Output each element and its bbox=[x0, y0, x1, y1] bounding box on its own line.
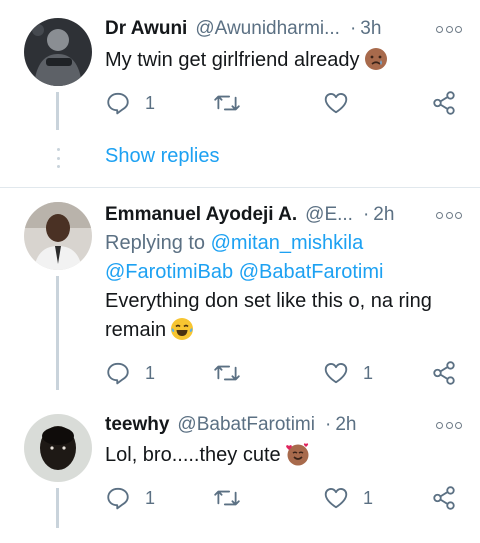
replying-to-label: Replying to bbox=[105, 232, 206, 254]
retweet-icon bbox=[214, 490, 240, 506]
share-button[interactable] bbox=[431, 89, 457, 117]
reply-count: 1 bbox=[145, 92, 156, 113]
share-icon bbox=[433, 486, 455, 510]
avatar[interactable] bbox=[24, 18, 92, 86]
like-button[interactable]: 1 bbox=[323, 359, 373, 387]
tweet-text: Lol, bro.....they cute bbox=[105, 441, 462, 475]
separator-dot: · bbox=[362, 204, 370, 225]
mention-link[interactable]: @BabatFarotimi bbox=[239, 261, 384, 283]
retweet-button[interactable] bbox=[213, 89, 255, 117]
username[interactable]: @Awunidharmi... bbox=[195, 18, 340, 40]
reply-icon bbox=[107, 362, 129, 385]
more-options-icon[interactable] bbox=[436, 22, 462, 36]
mention-link[interactable]: @mitan_mishkila bbox=[211, 232, 364, 254]
like-button[interactable]: 1 bbox=[323, 484, 373, 512]
retweet-button[interactable] bbox=[213, 359, 255, 387]
thread-line bbox=[56, 488, 59, 528]
tweet-text-line: remain bbox=[105, 319, 167, 341]
tears-of-joy-emoji-icon bbox=[170, 317, 194, 350]
tweet-actions: 1 1 bbox=[105, 359, 460, 387]
smiling-face-with-hearts-emoji-icon bbox=[285, 442, 311, 475]
tweet-header: teewhy @BabatFarotimi · 2h bbox=[105, 410, 462, 440]
retweet-icon bbox=[214, 365, 240, 381]
avatar[interactable] bbox=[24, 202, 92, 270]
retweet-button[interactable] bbox=[213, 484, 255, 512]
like-count: 1 bbox=[363, 487, 374, 508]
reply-button[interactable]: 1 bbox=[105, 359, 155, 387]
more-options-icon[interactable] bbox=[436, 208, 462, 222]
timestamp[interactable]: 3h bbox=[360, 18, 381, 40]
username[interactable]: @E... bbox=[305, 204, 353, 226]
show-replies-link[interactable]: Show replies bbox=[105, 145, 220, 168]
tweet-3[interactable]: teewhy @BabatFarotimi · 2h Lol, bro.....… bbox=[0, 400, 480, 543]
share-button[interactable] bbox=[431, 484, 457, 512]
crying-face-emoji-icon bbox=[364, 47, 388, 80]
reply-icon bbox=[107, 487, 129, 510]
thread-line bbox=[56, 92, 59, 130]
avatar[interactable] bbox=[24, 414, 92, 482]
tweet-1[interactable]: Dr Awuni @Awunidharmi... · 3h My twin ge… bbox=[0, 0, 480, 185]
share-button[interactable] bbox=[431, 359, 457, 387]
tweet-actions: 1 bbox=[105, 89, 460, 117]
tweet-header: Emmanuel Ayodeji A. @E... · 2h bbox=[105, 200, 462, 230]
tweet-text: Everything don set like this o, na ring … bbox=[105, 287, 462, 350]
heart-icon bbox=[324, 92, 348, 114]
timestamp[interactable]: 2h bbox=[335, 414, 356, 436]
tweet-text-content: My twin get girlfriend already bbox=[105, 49, 360, 71]
tweet-text: My twin get girlfriend already bbox=[105, 46, 462, 80]
tweet-text-content: Lol, bro.....they cute bbox=[105, 444, 281, 466]
share-icon bbox=[433, 361, 455, 385]
tweet-actions: 1 1 bbox=[105, 484, 460, 512]
separator-dot: · bbox=[324, 414, 332, 435]
display-name[interactable]: Dr Awuni bbox=[105, 18, 187, 40]
heart-icon bbox=[324, 487, 348, 509]
share-icon bbox=[433, 91, 455, 115]
thread-ellipsis-icon bbox=[56, 148, 60, 168]
timestamp[interactable]: 2h bbox=[373, 204, 394, 226]
reply-icon bbox=[107, 92, 129, 115]
separator-dot: · bbox=[349, 18, 357, 39]
display-name[interactable]: Emmanuel Ayodeji A. bbox=[105, 204, 297, 226]
like-count: 1 bbox=[363, 362, 374, 383]
reply-button[interactable]: 1 bbox=[105, 484, 155, 512]
reply-count: 1 bbox=[145, 362, 156, 383]
reply-count: 1 bbox=[145, 487, 156, 508]
retweet-icon bbox=[214, 95, 240, 111]
replying-to: Replying to @mitan_mishkila @FarotimiBab… bbox=[105, 229, 462, 287]
tweet-2[interactable]: Emmanuel Ayodeji A. @E... · 2h Replying … bbox=[0, 188, 480, 398]
mention-link[interactable]: @FarotimiBab bbox=[105, 261, 233, 283]
username[interactable]: @BabatFarotimi bbox=[177, 414, 315, 436]
reply-button[interactable]: 1 bbox=[105, 89, 155, 117]
tweet-header: Dr Awuni @Awunidharmi... · 3h bbox=[105, 14, 462, 44]
like-button[interactable] bbox=[323, 89, 363, 117]
thread-line bbox=[56, 276, 59, 390]
display-name[interactable]: teewhy bbox=[105, 414, 169, 436]
more-options-icon[interactable] bbox=[436, 418, 462, 432]
heart-icon bbox=[324, 362, 348, 384]
tweet-text-line: Everything don set like this o, na ring bbox=[105, 290, 432, 312]
